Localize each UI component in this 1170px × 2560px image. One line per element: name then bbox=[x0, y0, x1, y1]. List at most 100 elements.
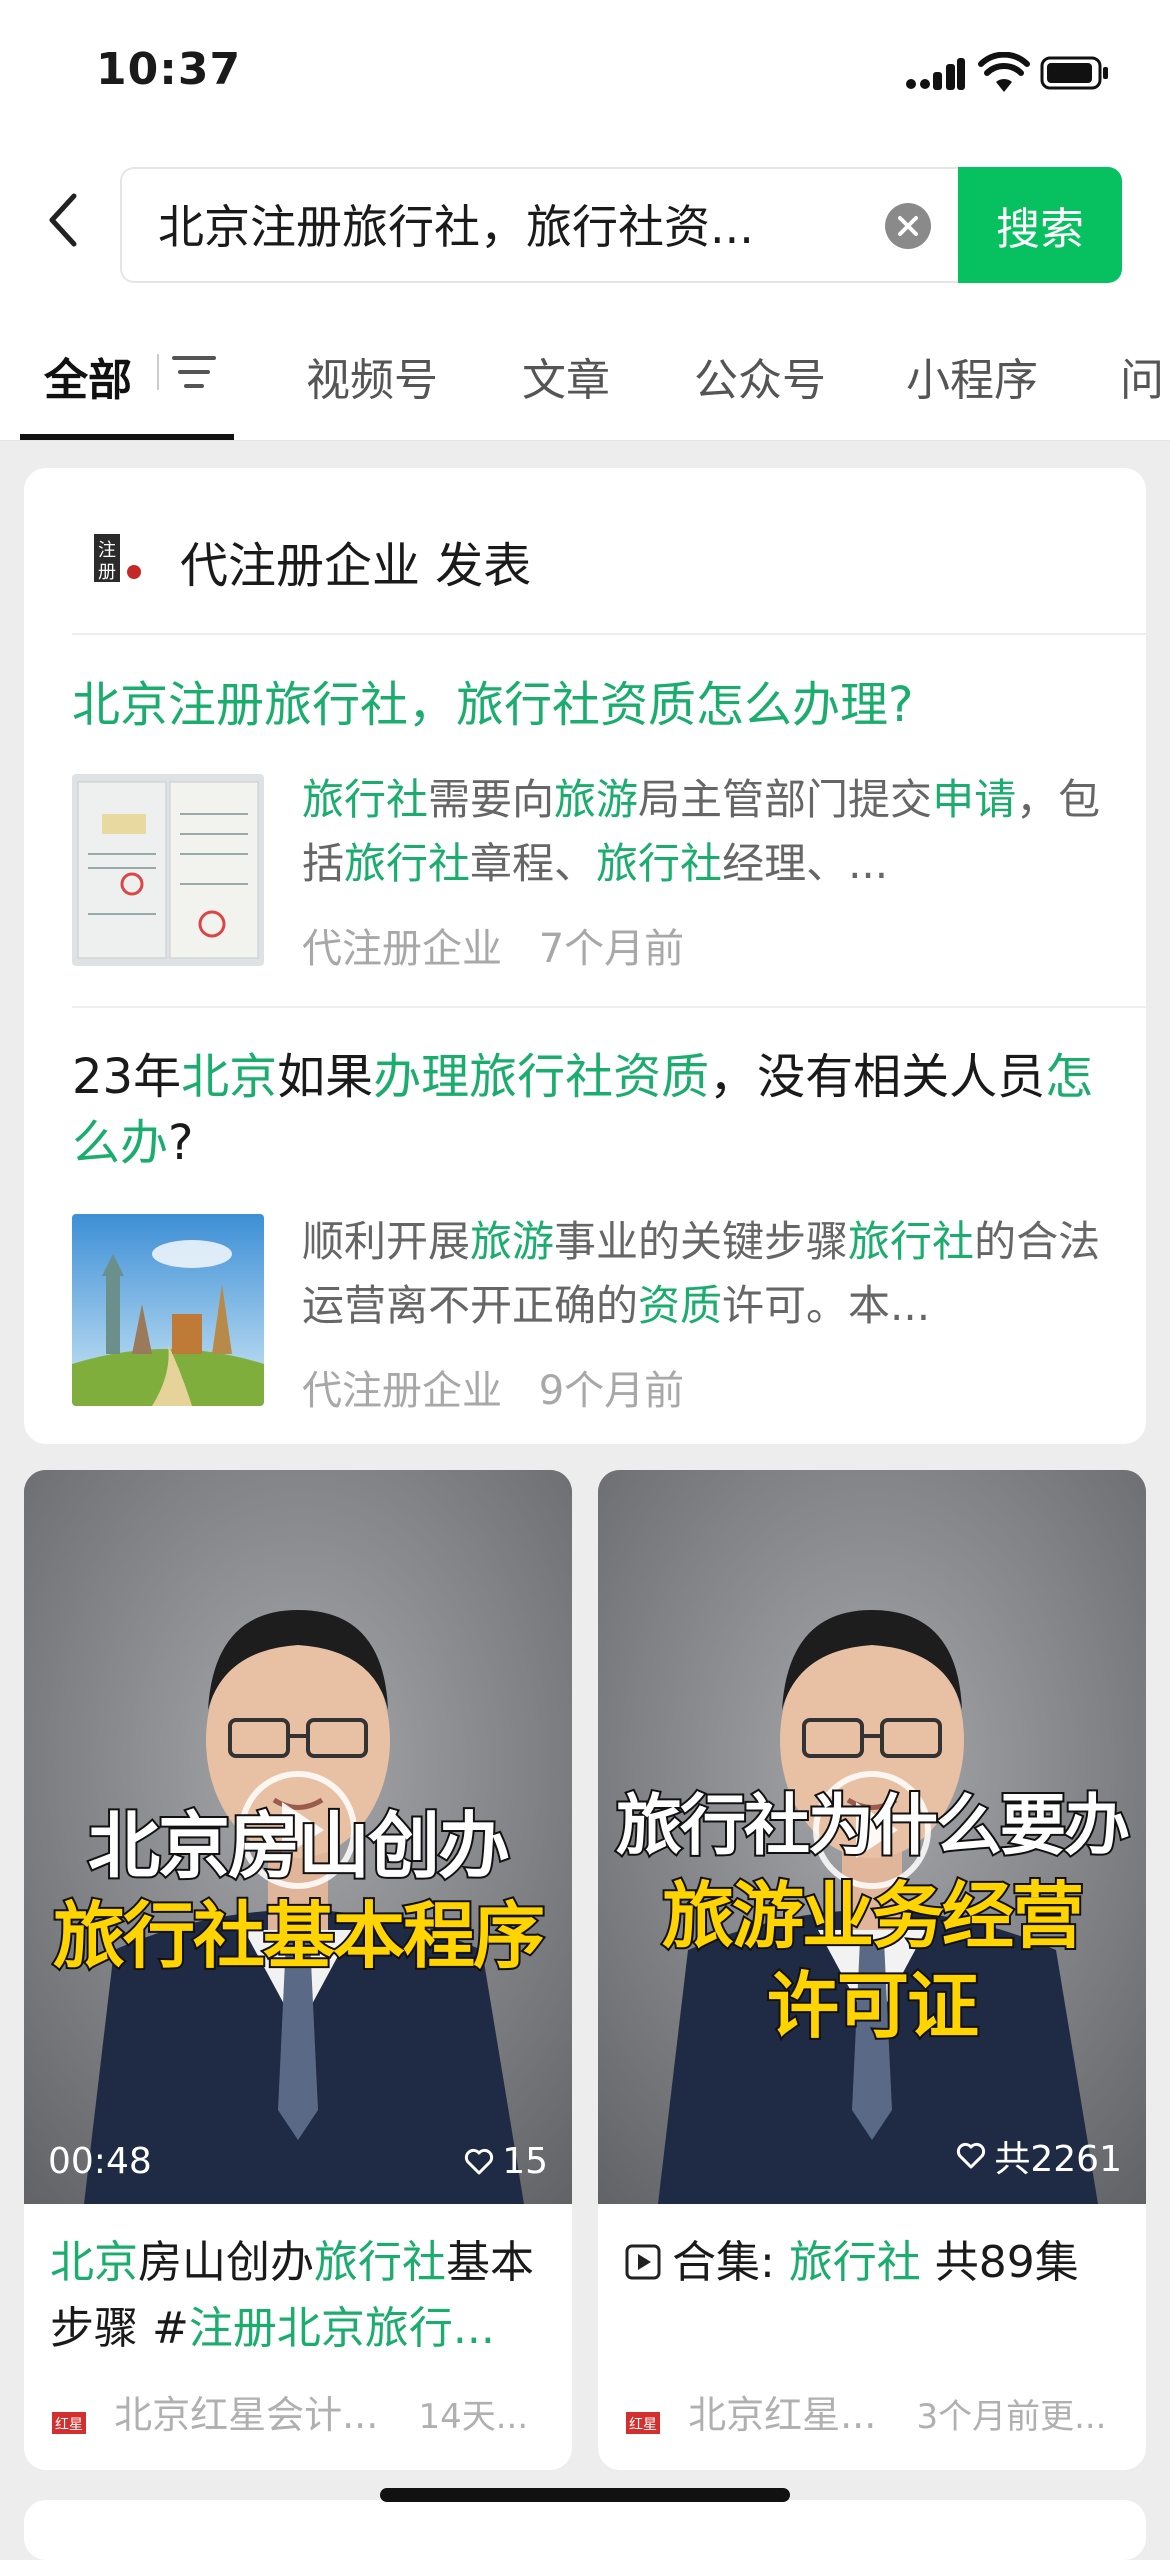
clear-icon[interactable] bbox=[884, 202, 932, 250]
tab-official-accounts[interactable]: 公众号 bbox=[694, 344, 826, 408]
text-fragment: ，没有相关人员 bbox=[709, 1049, 1046, 1105]
article-time: 7个月前 bbox=[538, 926, 685, 972]
highlighted-keyword: 旅行社 bbox=[344, 839, 471, 888]
highlighted-keyword: 北京 bbox=[50, 2237, 138, 2288]
text-fragment: 许可。本... bbox=[722, 1281, 931, 1330]
divider bbox=[72, 633, 1146, 635]
highlighted-keyword: 申请 bbox=[932, 775, 1017, 824]
article-source[interactable]: 代注册企业 bbox=[302, 926, 502, 972]
text-fragment: 顺利开展 bbox=[302, 1217, 471, 1266]
article-title[interactable]: 北京注册旅行社，旅行社资质怎么办理? bbox=[72, 672, 1112, 738]
wifi-icon bbox=[978, 52, 1030, 92]
text-fragment: 如果 bbox=[277, 1049, 374, 1105]
video-author[interactable]: 北京红星会计... bbox=[114, 2393, 378, 2437]
text-fragment: 章程、 bbox=[470, 839, 597, 888]
next-result-card bbox=[24, 2500, 1146, 2560]
highlighted-keyword: 旅游 bbox=[470, 1217, 555, 1266]
highlighted-keyword: 北京 bbox=[181, 1049, 278, 1105]
collection-icon bbox=[625, 2244, 661, 2280]
status-time: 10:37 bbox=[96, 44, 242, 95]
article-thumbnail[interactable] bbox=[72, 1214, 264, 1406]
video-likes: 共2261 bbox=[956, 2130, 1122, 2182]
article-thumbnail[interactable] bbox=[72, 774, 264, 966]
svg-text:注: 注 bbox=[98, 540, 116, 561]
search-button[interactable]: 搜索 bbox=[958, 167, 1122, 283]
back-arrow-icon[interactable] bbox=[44, 190, 84, 250]
text-fragment: 经理、... bbox=[722, 839, 889, 888]
video-overlay-subtitle: 旅行社基本程序 bbox=[51, 1892, 547, 1980]
video-time: 3个月前更... bbox=[916, 2397, 1107, 2437]
article-meta: 代注册企业 7个月前 bbox=[302, 916, 684, 974]
cellular-signal-icon bbox=[906, 58, 965, 90]
text-fragment: 23年 bbox=[72, 1049, 182, 1105]
search-input[interactable]: 北京注册旅行社，旅行社资... bbox=[120, 167, 960, 283]
video-thumbnail[interactable]: 北京房山创办 旅行社基本程序 00:48 15 bbox=[24, 1470, 572, 2204]
battery-icon bbox=[1040, 56, 1108, 90]
text-fragment: 局主管部门提交 bbox=[638, 775, 933, 824]
highlighted-keyword: 旅行社 bbox=[596, 839, 723, 888]
article-snippet: 顺利开展旅游事业的关键步骤旅行社的合法运营离不开正确的资质许可。本... bbox=[302, 1210, 1102, 1338]
collection-prefix: 合集: bbox=[672, 2237, 789, 2288]
article-meta: 代注册企业 9个月前 bbox=[302, 1358, 684, 1416]
article-time: 9个月前 bbox=[538, 1368, 685, 1414]
tab-questions[interactable]: 问 bbox=[1120, 344, 1164, 408]
category-tabs: 全部 视频号 文章 公众号 小程序 问 bbox=[0, 300, 1170, 441]
highlighted-keyword: 办理旅行社资质 bbox=[373, 1049, 710, 1105]
article-item[interactable]: 23年北京如果办理旅行社资质，没有相关人员怎么办? 顺利开展旅游事业的关键步骤旅… bbox=[72, 1044, 1112, 1424]
heart-icon bbox=[957, 2142, 986, 2169]
video-overlay-title: 旅行社为什么要办 bbox=[614, 1785, 1132, 1866]
svg-text:册: 册 bbox=[98, 562, 116, 583]
video-overlay-subtitle: 旅游业务经营 bbox=[660, 1872, 1086, 1960]
heart-icon bbox=[465, 2148, 494, 2174]
video-overlay-title: 北京房山创办 bbox=[86, 1802, 512, 1890]
svg-text:红星: 红星 bbox=[55, 2417, 83, 2433]
article-snippet: 旅行社需要向旅游局主管部门提交申请，包括旅行社章程、旅行社经理、... bbox=[302, 768, 1102, 896]
divider bbox=[72, 1006, 1146, 1008]
highlighted-keyword: 资质 bbox=[638, 1281, 723, 1330]
status-bar: 10:37 bbox=[0, 0, 1170, 150]
video-card[interactable]: 旅行社为什么要办 旅游业务经营 许可证 共2261 合集: 旅行社 共89集 红… bbox=[598, 1470, 1146, 2470]
tab-channels[interactable]: 视频号 bbox=[306, 344, 438, 408]
publisher-logo[interactable]: 注 册 bbox=[88, 528, 148, 588]
video-likes: 15 bbox=[464, 2141, 548, 2182]
article-item[interactable]: 北京注册旅行社，旅行社资质怎么办理? 旅行社需要向旅游局主管部门提交申请，包括旅… bbox=[72, 672, 1112, 992]
video-footer: 红星 北京红星... 3个月前更... bbox=[624, 2384, 1134, 2439]
highlighted-keyword: 旅行社 bbox=[848, 1217, 975, 1266]
video-caption[interactable]: 北京房山创办旅行社基本步骤 #注册北京旅行... bbox=[50, 2230, 550, 2362]
article-source[interactable]: 代注册企业 bbox=[302, 1368, 502, 1414]
tab-articles[interactable]: 文章 bbox=[522, 344, 610, 408]
collection-name[interactable]: 旅行社 bbox=[789, 2237, 921, 2288]
text-fragment: 事业的关键步骤 bbox=[554, 1217, 849, 1266]
highlighted-keyword: 旅行社 bbox=[314, 2237, 446, 2288]
tab-all[interactable]: 全部 bbox=[44, 344, 132, 408]
text-fragment: 需要向 bbox=[428, 775, 555, 824]
author-logo[interactable]: 红星 bbox=[624, 2403, 662, 2438]
collection-count: 共89集 bbox=[920, 2237, 1079, 2288]
tab-mini-programs[interactable]: 小程序 bbox=[906, 344, 1038, 408]
text-fragment: ? bbox=[168, 1115, 194, 1171]
highlighted-keyword: 旅行社 bbox=[302, 775, 429, 824]
video-like-count: 15 bbox=[502, 2141, 548, 2182]
highlighted-keyword: 旅游 bbox=[554, 775, 639, 824]
highlighted-keyword: 注册北京旅行... bbox=[188, 2303, 495, 2354]
filter-icon[interactable] bbox=[156, 348, 226, 396]
article-card: 注 册 代注册企业 发表 北京注册旅行社，旅行社资质怎么办理? 旅行社需要向旅游… bbox=[24, 468, 1146, 1444]
video-like-count: 共2261 bbox=[994, 2139, 1122, 2180]
video-author[interactable]: 北京红星... bbox=[688, 2393, 876, 2437]
publisher-name[interactable]: 代注册企业 发表 bbox=[180, 526, 531, 596]
video-footer: 红星 北京红星会计... 14天... bbox=[50, 2384, 560, 2439]
video-time: 14天... bbox=[418, 2397, 529, 2437]
text-fragment: 房山创办 bbox=[138, 2237, 314, 2288]
video-overlay-subtitle: 许可证 bbox=[765, 1962, 981, 2050]
video-collection[interactable]: 合集: 旅行社 共89集 bbox=[624, 2230, 1124, 2296]
svg-text:红星: 红星 bbox=[629, 2417, 657, 2433]
video-thumbnail[interactable]: 旅行社为什么要办 旅游业务经营 许可证 共2261 bbox=[598, 1470, 1146, 2204]
video-duration: 00:48 bbox=[48, 2141, 152, 2182]
author-logo[interactable]: 红星 bbox=[50, 2403, 88, 2438]
active-tab-indicator bbox=[20, 434, 234, 440]
search-query-text[interactable]: 北京注册旅行社，旅行社资... bbox=[158, 199, 838, 255]
home-indicator[interactable] bbox=[380, 2488, 790, 2502]
search-header: 北京注册旅行社，旅行社资... 搜索 bbox=[0, 150, 1170, 300]
video-card[interactable]: 北京房山创办 旅行社基本程序 00:48 15 北京房山创办旅行社基本步骤 #注… bbox=[24, 1470, 572, 2470]
article-title[interactable]: 23年北京如果办理旅行社资质，没有相关人员怎么办? bbox=[72, 1044, 1112, 1176]
